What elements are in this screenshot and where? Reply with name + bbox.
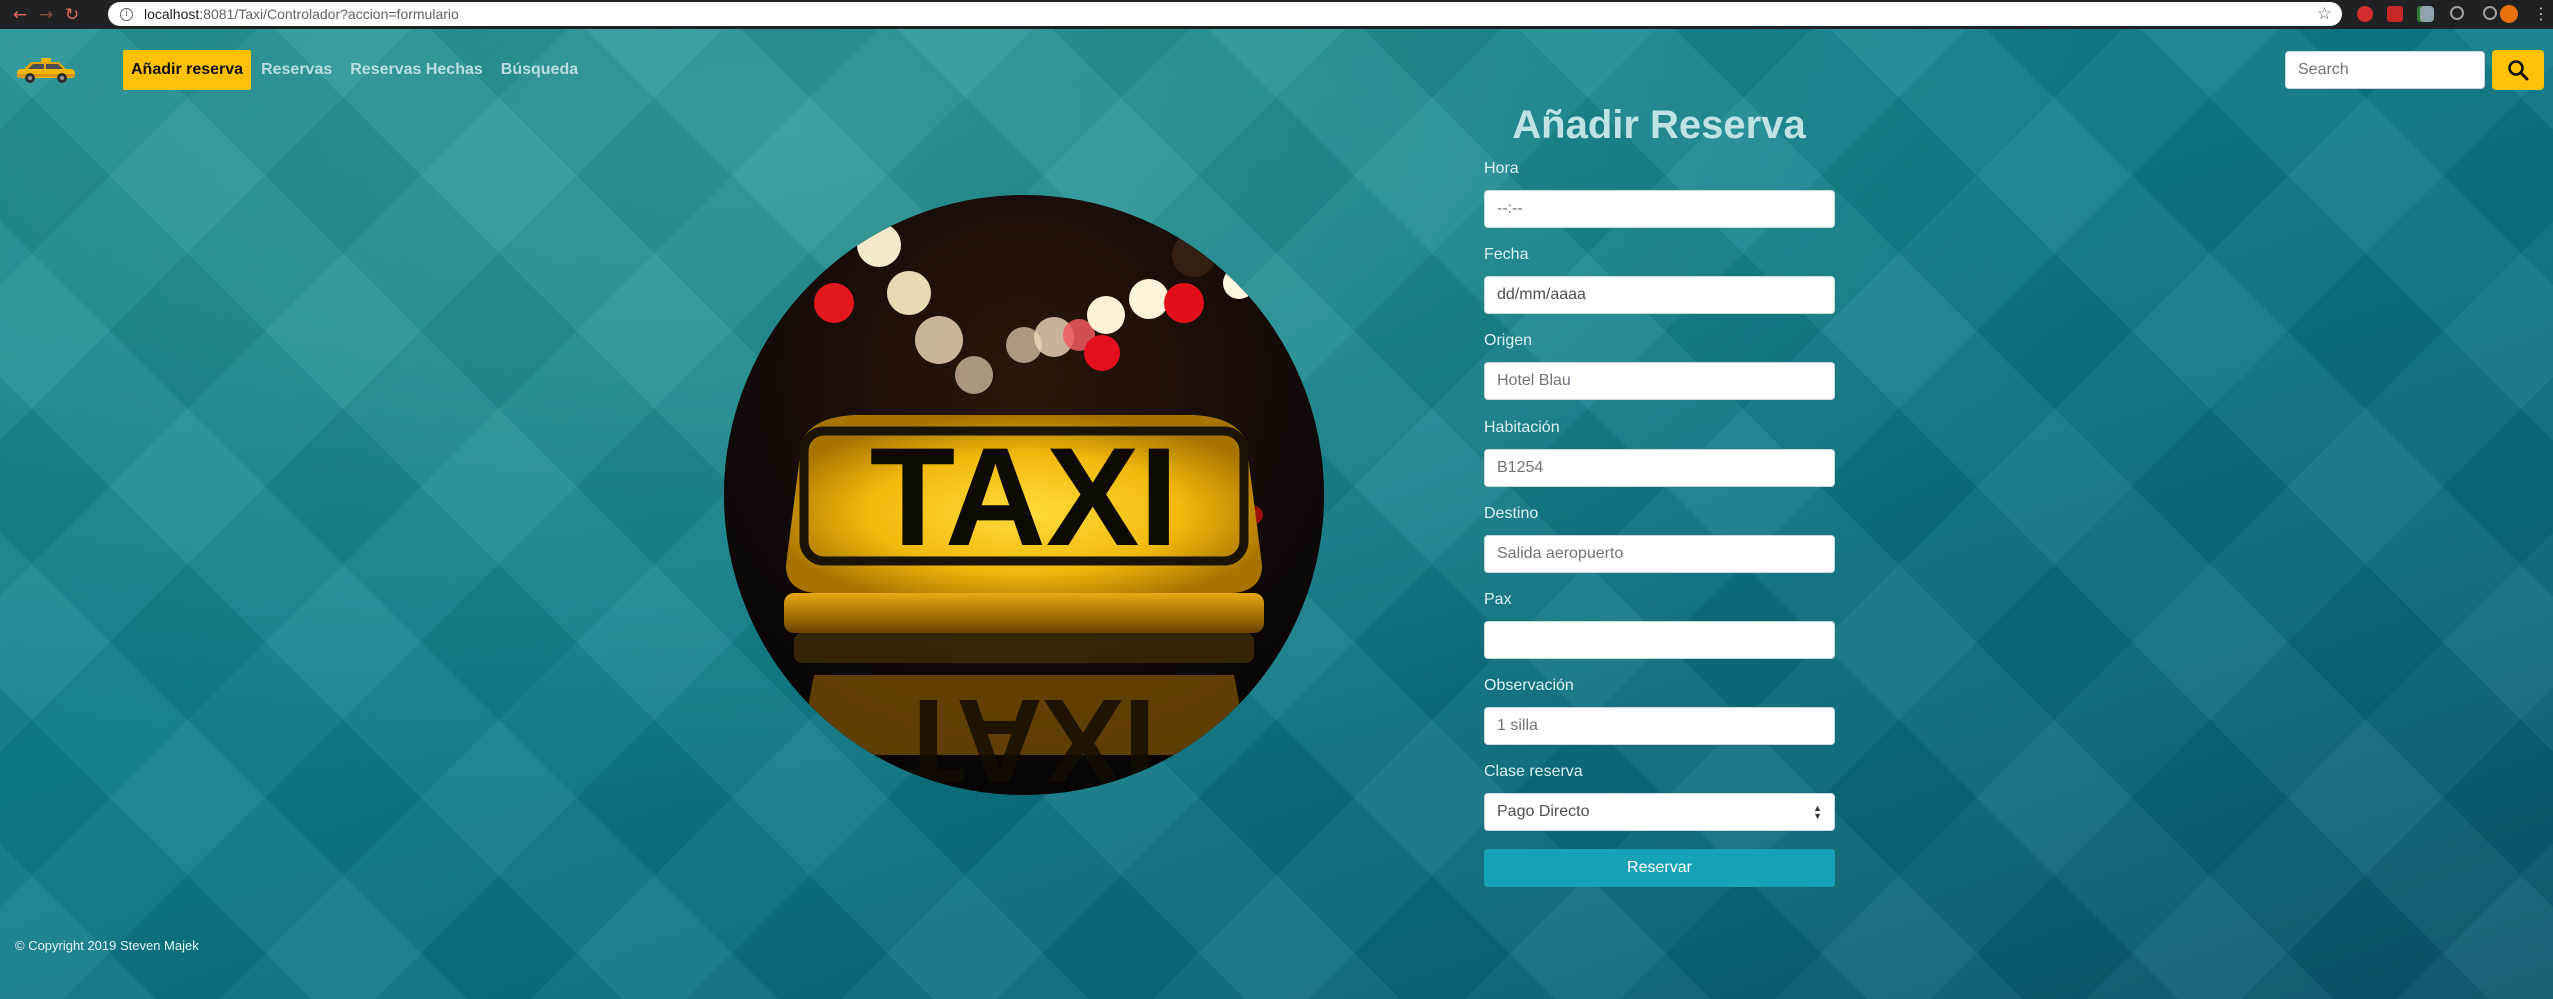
field-fecha: Fecha dd/mm/aaaa: [1484, 245, 1835, 331]
info-icon[interactable]: i: [120, 7, 133, 21]
habitacion-label: Habitación: [1484, 418, 1560, 436]
menu-dots-icon[interactable]: ⋮: [2533, 4, 2549, 24]
select-arrows-icon: ▲ ▼: [1813, 803, 1822, 822]
forward-arrow-icon[interactable]: →: [33, 2, 59, 28]
destino-input[interactable]: Salida aeropuerto: [1484, 534, 1835, 573]
origen-label: Origen: [1484, 332, 1533, 350]
extension-icon[interactable]: [2420, 6, 2434, 22]
pax-input[interactable]: [1484, 620, 1835, 659]
observacion-input[interactable]: 1 silla: [1484, 707, 1835, 746]
fecha-input[interactable]: dd/mm/aaaa: [1484, 276, 1835, 315]
reload-icon[interactable]: ↻: [59, 2, 85, 28]
nav-item-reservas-hechas[interactable]: Reservas Hechas: [342, 51, 491, 89]
extension-icon[interactable]: [2357, 6, 2373, 22]
habitacion-input[interactable]: B1254: [1484, 448, 1835, 487]
field-clase-reserva: Clase reserva Pago Directo ▲ ▼: [1484, 762, 1835, 848]
extension-icon[interactable]: [2450, 6, 2464, 20]
reservar-button[interactable]: Reservar: [1484, 848, 1835, 887]
clase-reserva-label: Clase reserva: [1484, 763, 1583, 781]
nav-item-anadir-reserva[interactable]: Añadir reserva: [123, 50, 252, 90]
fecha-label: Fecha: [1484, 246, 1529, 264]
profile-avatar[interactable]: [2500, 5, 2518, 23]
search-button[interactable]: [2492, 50, 2544, 90]
clase-reserva-value: Pago Directo: [1497, 803, 1590, 821]
main-nav: Añadir reserva Reservas Reservas Hechas …: [123, 50, 588, 90]
pax-label: Pax: [1484, 590, 1512, 608]
clase-reserva-select[interactable]: Pago Directo ▲ ▼: [1484, 793, 1835, 832]
reservation-form: Hora --:-- Fecha dd/mm/aaaa Origen Hotel…: [1484, 159, 1835, 887]
form-title: Añadir Reserva: [1512, 103, 1806, 147]
field-observacion: Observación 1 silla: [1484, 676, 1835, 762]
extension-icon[interactable]: [2483, 6, 2497, 20]
hora-label: Hora: [1484, 160, 1519, 177]
nav-item-reservas[interactable]: Reservas: [253, 51, 340, 89]
field-habitacion: Habitación B1254: [1484, 418, 1835, 504]
page-background: Añadir reserva Reservas Reservas Hechas …: [0, 29, 2553, 999]
footer-copyright: © Copyright 2019 Steven Majek: [15, 938, 199, 953]
destino-label: Destino: [1484, 504, 1539, 522]
origen-input[interactable]: Hotel Blau: [1484, 362, 1835, 401]
browser-toolbar: ← → ↻ i localhost:8081/Taxi/Controlador?…: [0, 0, 2553, 29]
field-hora: Hora --:--: [1484, 159, 1835, 245]
bookmark-star-icon[interactable]: ☆: [2317, 4, 2332, 24]
field-destino: Destino Salida aeropuerto: [1484, 504, 1835, 590]
url-text: localhost:8081/Taxi/Controlador?accion=f…: [144, 6, 459, 22]
nav-item-busqueda[interactable]: Búsqueda: [493, 51, 586, 89]
field-origen: Origen Hotel Blau: [1484, 331, 1835, 417]
observacion-label: Observación: [1484, 677, 1574, 695]
taxi-reflection-text: TAXI: [892, 674, 1156, 795]
extension-icon[interactable]: [2387, 6, 2403, 22]
search-input[interactable]: [2285, 51, 2485, 89]
taxi-sign-image: TAXI TAXI: [724, 195, 1324, 795]
back-arrow-icon[interactable]: ←: [7, 2, 33, 28]
taxi-sign-text: TAXI: [870, 418, 1179, 575]
hora-input[interactable]: --:--: [1484, 190, 1835, 228]
taxi-car-logo[interactable]: [15, 57, 77, 85]
field-pax: Pax: [1484, 590, 1835, 676]
address-bar[interactable]: i localhost:8081/Taxi/Controlador?accion…: [108, 2, 2342, 26]
search-icon: [2508, 60, 2529, 81]
